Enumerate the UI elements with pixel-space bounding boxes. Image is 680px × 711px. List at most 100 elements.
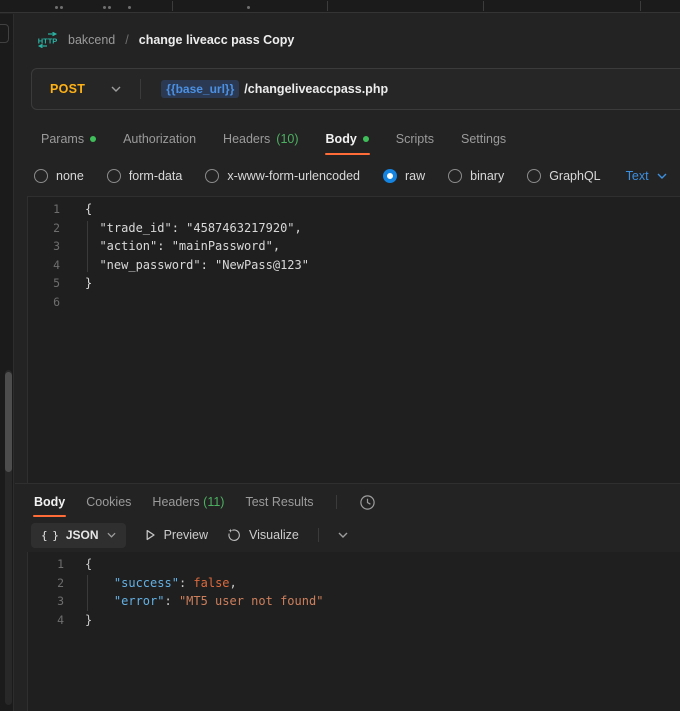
url-input[interactable]: {{base_url}} /changeliveaccpass.php: [141, 80, 388, 98]
request-body-editor[interactable]: 1{2 "trade_id": "4587463217920",3 "actio…: [27, 196, 680, 483]
radio-binary[interactable]: binary: [448, 169, 504, 183]
code-line[interactable]: 6: [28, 293, 680, 312]
scrollbar-thumb[interactable]: [5, 372, 12, 472]
line-number: 4: [28, 256, 60, 275]
code-text: }: [64, 611, 92, 630]
breadcrumb-collection[interactable]: bakcend: [68, 33, 115, 47]
body-type-selector: none form-data x-www-form-urlencoded raw…: [34, 160, 667, 192]
code-line[interactable]: 2 "trade_id": "4587463217920",: [28, 219, 680, 238]
tab-label: Body: [326, 132, 357, 146]
code-line[interactable]: 4}: [28, 611, 680, 630]
http-request-icon: HTTP: [37, 32, 58, 48]
indent-guide: [87, 575, 88, 611]
tab-dot: [247, 6, 250, 9]
tab-label: Settings: [461, 132, 506, 146]
radio-icon: [448, 169, 462, 183]
response-tab-headers[interactable]: Headers (11): [152, 495, 224, 509]
code-line[interactable]: 1{: [28, 200, 680, 219]
collapsed-panel-button[interactable]: [0, 24, 9, 43]
code-line[interactable]: 4 "new_password": "NewPass@123": [28, 256, 680, 275]
tab-label: Cookies: [86, 495, 131, 509]
line-number: 3: [28, 237, 60, 256]
request-tab-bar: Params Authorization Headers (10) Body S…: [41, 120, 506, 158]
green-dot-indicator: [363, 136, 369, 142]
request-title[interactable]: change liveacc pass Copy: [139, 33, 295, 47]
radio-label: form-data: [129, 169, 183, 183]
tab-authorization[interactable]: Authorization: [123, 132, 196, 146]
play-triangle-icon: [145, 529, 156, 541]
tab-label: Headers: [223, 132, 270, 146]
base-url-variable-chip[interactable]: {{base_url}}: [161, 80, 239, 98]
radio-none[interactable]: none: [34, 169, 84, 183]
method-dropdown[interactable]: POST: [32, 69, 140, 109]
radio-x-www-form-urlencoded[interactable]: x-www-form-urlencoded: [205, 169, 360, 183]
tab-body[interactable]: Body: [326, 132, 369, 146]
line-number: 3: [28, 592, 64, 611]
tab-settings[interactable]: Settings: [461, 132, 506, 146]
indent-guide: [87, 221, 88, 272]
api-client-window: HTTP bakcend / change liveacc pass Copy …: [0, 0, 680, 711]
raw-format-label: Text: [626, 169, 649, 183]
tab-separator: [172, 1, 173, 11]
svg-text:HTTP: HTTP: [38, 37, 58, 46]
radio-icon: [527, 169, 541, 183]
tab-dot: [55, 6, 58, 9]
headers-count: (10): [276, 132, 298, 146]
chevron-down-icon: [111, 86, 121, 92]
breadcrumb: HTTP bakcend / change liveacc pass Copy: [37, 28, 294, 52]
code-text: "action": "mainPassword",: [60, 237, 280, 256]
chevron-down-icon: [657, 173, 667, 179]
code-line[interactable]: 2 "success": false,: [28, 574, 680, 593]
line-number: 1: [28, 555, 64, 574]
more-formats-chevron-icon[interactable]: [338, 532, 348, 538]
url-bar: POST {{base_url}} /changeliveaccpass.php: [31, 68, 680, 110]
tab-params[interactable]: Params: [41, 132, 96, 146]
tab-headers[interactable]: Headers (10): [223, 132, 298, 146]
tab-label: Test Results: [245, 495, 313, 509]
radio-label: x-www-form-urlencoded: [227, 169, 360, 183]
line-number: 2: [28, 219, 60, 238]
radio-graphql[interactable]: GraphQL: [527, 169, 600, 183]
code-text: }: [60, 274, 92, 293]
tab-dot: [128, 6, 131, 9]
response-history-button[interactable]: [359, 494, 376, 511]
line-number: 4: [28, 611, 64, 630]
pane-divider[interactable]: [15, 483, 680, 484]
radio-icon: [107, 169, 121, 183]
radio-selected-icon: [383, 169, 397, 183]
radio-form-data[interactable]: form-data: [107, 169, 183, 183]
code-line[interactable]: 5}: [28, 274, 680, 293]
response-toolbar: { } JSON Preview Visuali: [31, 522, 348, 548]
tab-label: Body: [34, 495, 65, 509]
radio-raw[interactable]: raw: [383, 169, 425, 183]
response-tab-cookies[interactable]: Cookies: [86, 495, 131, 509]
url-path: /changeliveaccpass.php: [244, 82, 388, 96]
divider: [336, 495, 337, 509]
code-line[interactable]: 3 "error": "MT5 user not found": [28, 592, 680, 611]
method-label: POST: [50, 82, 85, 96]
green-dot-indicator: [90, 136, 96, 142]
preview-button[interactable]: Preview: [145, 528, 208, 542]
response-tab-test-results[interactable]: Test Results: [245, 495, 313, 509]
chevron-down-icon: [107, 532, 116, 538]
code-line[interactable]: 3 "action": "mainPassword",: [28, 237, 680, 256]
tab-scripts[interactable]: Scripts: [396, 132, 434, 146]
code-text: "new_password": "NewPass@123": [60, 256, 309, 275]
visualize-button[interactable]: Visualize: [227, 528, 299, 542]
workspace-tab-bar[interactable]: [0, 0, 680, 13]
line-number: 5: [28, 274, 60, 293]
tab-label: Scripts: [396, 132, 434, 146]
line-number: 2: [28, 574, 64, 593]
tab-dot: [60, 6, 63, 9]
code-text: "trade_id": "4587463217920",: [60, 219, 302, 238]
radio-label: raw: [405, 169, 425, 183]
code-text: {: [64, 555, 92, 574]
raw-format-dropdown[interactable]: Text: [626, 169, 667, 183]
radio-label: none: [56, 169, 84, 183]
code-line[interactable]: 1{: [28, 555, 680, 574]
response-tab-body[interactable]: Body: [34, 495, 65, 509]
divider: [318, 528, 319, 542]
visualize-sparkle-icon: [227, 528, 241, 542]
response-body-viewer[interactable]: 1{2 "success": false,3 "error": "MT5 use…: [27, 552, 680, 711]
response-format-dropdown[interactable]: { } JSON: [31, 523, 126, 548]
